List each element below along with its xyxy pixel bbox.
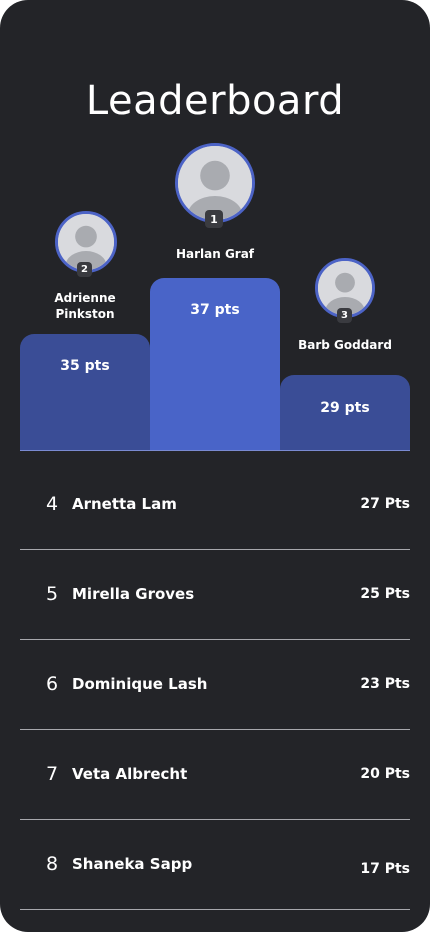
podium-points-third: 29 pts (320, 400, 370, 416)
list-rank: 6 (46, 673, 59, 695)
list-points: 23 Pts (360, 676, 410, 692)
user-placeholder-icon (318, 261, 372, 315)
list-name: Dominique Lash (72, 675, 208, 693)
list-rank: 7 (46, 763, 59, 785)
list-points: 20 Pts (360, 766, 410, 782)
list-name: Veta Albrecht (72, 765, 188, 783)
page-title: Leaderboard (85, 78, 345, 124)
podium-points-first: 37 pts (190, 302, 240, 318)
list-name: Shaneka Sapp (72, 855, 193, 873)
rank-badge-first: 1 (205, 210, 223, 228)
list-item[interactable]: 8 Shaneka Sapp 17 Pts (20, 819, 410, 910)
user-placeholder-icon (178, 146, 252, 220)
rank-badge-third: 3 (337, 308, 352, 323)
list-item[interactable]: 5 Mirella Groves 25 Pts (20, 549, 410, 640)
list-item[interactable]: 7 Veta Albrecht 20 Pts (20, 729, 410, 820)
podium-name-second: Adrienne Pinkston (54, 291, 116, 321)
list-points: 17 Pts (360, 860, 410, 877)
list-points: 25 Pts (360, 586, 410, 602)
list-item[interactable]: 4 Arnetta Lam 27 Pts (20, 459, 410, 550)
list-rank: 8 (46, 853, 59, 875)
podium-points-second: 35 pts (60, 358, 110, 374)
podium-baseline (20, 450, 410, 451)
list-name: Mirella Groves (72, 585, 195, 603)
podium-bar-first: 37 pts (150, 278, 280, 451)
podium-bar-second: 35 pts (20, 334, 150, 451)
list-rank: 4 (46, 493, 59, 515)
podium-bar-third: 29 pts (280, 375, 410, 451)
list-rank: 5 (46, 583, 59, 605)
podium-name-third: Barb Goddard (298, 338, 392, 352)
podium-name-first: Harlan Graf (175, 247, 255, 261)
leaderboard-screen: Leaderboard 35 pts 37 pts 29 pts 1 Harla… (0, 0, 430, 932)
list-points: 27 Pts (360, 496, 410, 512)
list-item[interactable]: 6 Dominique Lash 23 Pts (20, 639, 410, 730)
list-name: Arnetta Lam (72, 495, 177, 513)
rank-badge-second: 2 (77, 262, 92, 277)
